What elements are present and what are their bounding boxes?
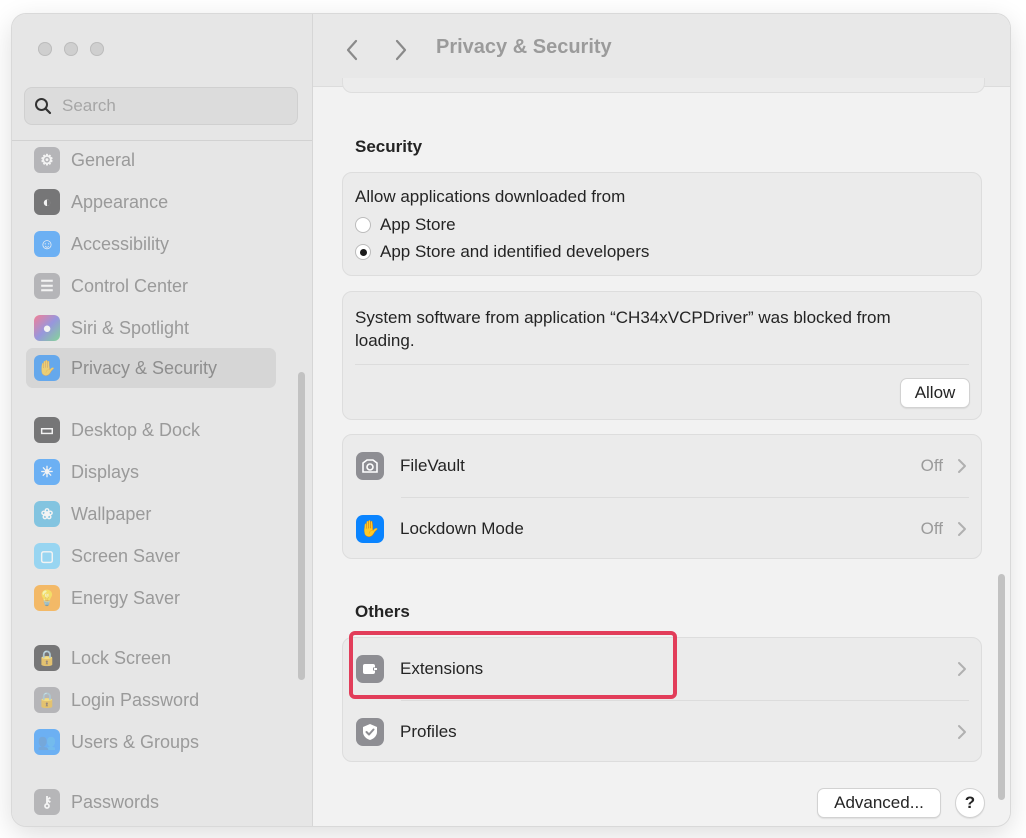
radio-label: App Store <box>380 215 456 234</box>
allow-apps-card: Allow applications downloaded from App S… <box>342 172 982 276</box>
blocked-message: System software from application “CH34xV… <box>355 308 891 350</box>
sidebar-item-login-password[interactable]: 🔒 Login Password <box>26 680 276 720</box>
chevron-right-icon <box>958 725 966 739</box>
help-button[interactable]: ? <box>955 788 985 818</box>
appearance-icon: ◐ <box>34 189 60 215</box>
sidebar-item-label: Login Password <box>71 689 200 710</box>
sidebar-item-label: Displays <box>71 461 140 482</box>
chevron-right-icon <box>395 39 407 61</box>
advanced-button[interactable]: Advanced... <box>817 788 941 818</box>
privacy-hand-icon: ✋ <box>34 355 60 381</box>
filevault-label: FileVault <box>400 456 465 475</box>
lockdown-hand-icon: ✋ <box>356 515 384 543</box>
page-title: Privacy & Security <box>436 36 612 58</box>
sidebar-item-siri-spotlight[interactable]: ● Siri & Spotlight <box>26 308 276 348</box>
search-icon <box>35 98 52 115</box>
radio-identified-developers[interactable]: App Store and identified developers <box>355 242 649 262</box>
sidebar-item-label: Privacy & Security <box>71 357 218 378</box>
settings-window: ⚙ General ◐ Appearance ☺ Accessibility ☰… <box>12 14 1010 826</box>
radio-label: App Store and identified developers <box>380 242 650 261</box>
sidebar-item-privacy-security[interactable]: ✋ Privacy & Security <box>26 348 276 388</box>
displays-icon: ☀ <box>34 459 60 485</box>
siri-icon: ● <box>34 315 60 341</box>
minimize-window-button[interactable] <box>64 42 78 56</box>
sidebar-item-label: Passwords <box>71 791 160 812</box>
close-window-button[interactable] <box>38 42 52 56</box>
chevron-left-icon <box>346 39 358 61</box>
filevault-status: Off <box>920 456 943 475</box>
sidebar-item-passwords[interactable]: ⚷ Passwords <box>26 782 276 822</box>
energy-saver-icon: 💡 <box>34 585 60 611</box>
sidebar-item-label: Lock Screen <box>71 647 172 668</box>
sidebar-item-accessibility[interactable]: ☺ Accessibility <box>26 224 276 264</box>
screen-saver-icon: ▢ <box>34 543 60 569</box>
sidebar-item-label: Users & Groups <box>71 731 200 752</box>
sidebar-item-label: Screen Saver <box>71 545 181 566</box>
radio-button[interactable] <box>355 217 371 233</box>
wallpaper-icon: ❀ <box>34 501 60 527</box>
radio-button-selected[interactable] <box>355 244 371 260</box>
sidebar-item-general[interactable]: ⚙ General <box>26 140 276 180</box>
accessibility-icon: ☺ <box>34 231 60 257</box>
security-section-title: Security <box>355 137 423 156</box>
zoom-window-button[interactable] <box>90 42 104 56</box>
sidebar-item-label: Appearance <box>71 191 169 212</box>
sidebar-item-label: Energy Saver <box>71 587 181 608</box>
control-center-icon: ☰ <box>34 273 60 299</box>
key-icon: ⚷ <box>34 789 60 815</box>
sidebar-item-label: Accessibility <box>71 233 170 254</box>
filevault-row[interactable]: FileVault Off <box>343 435 981 497</box>
filevault-icon <box>356 452 384 480</box>
previous-card-edge <box>342 78 985 93</box>
sidebar-item-label: Control Center <box>71 275 189 296</box>
sidebar-item-wallpaper[interactable]: ❀ Wallpaper <box>26 494 276 534</box>
back-button[interactable] <box>339 35 365 65</box>
toolbar: Privacy & Security <box>313 14 1010 87</box>
allow-apps-label: Allow applications downloaded from <box>355 187 626 206</box>
main-scrollbar[interactable] <box>998 574 1005 800</box>
sidebar-item-control-center[interactable]: ☰ Control Center <box>26 266 276 306</box>
allow-button[interactable]: Allow <box>900 378 970 408</box>
sidebar-item-label: Desktop & Dock <box>71 419 201 440</box>
sidebar-item-lock-screen[interactable]: 🔒 Lock Screen <box>26 638 276 678</box>
profiles-checkmark-icon <box>356 718 384 746</box>
profiles-row[interactable]: Profiles <box>343 701 981 763</box>
card-divider <box>355 364 969 365</box>
extensions-highlight-box <box>349 631 677 699</box>
sidebar-item-desktop-dock[interactable]: ▭ Desktop & Dock <box>26 410 276 450</box>
search-field[interactable] <box>24 87 298 125</box>
radio-app-store[interactable]: App Store <box>355 215 456 235</box>
sidebar-item-screen-saver[interactable]: ▢ Screen Saver <box>26 536 276 576</box>
sidebar-scrollbar[interactable] <box>298 372 305 680</box>
sidebar-item-label: General <box>71 149 136 170</box>
sidebar-item-energy-saver[interactable]: 💡 Energy Saver <box>26 578 276 618</box>
lockdown-status: Off <box>920 519 943 538</box>
sidebar-item-displays[interactable]: ☀ Displays <box>26 452 276 492</box>
users-groups-icon: 👥 <box>34 729 60 755</box>
blocked-software-card: System software from application “CH34xV… <box>342 291 982 420</box>
lock-icon: 🔒 <box>34 645 60 671</box>
others-section-title: Others <box>355 602 410 621</box>
sidebar-item-appearance[interactable]: ◐ Appearance <box>26 182 276 222</box>
sidebar-item-label: Siri & Spotlight <box>71 317 190 338</box>
sidebar-item-users-groups[interactable]: 👥 Users & Groups <box>26 722 276 762</box>
sidebar-item-label: Wallpaper <box>71 503 152 524</box>
desktop-dock-icon: ▭ <box>34 417 60 443</box>
main-pane: Privacy & Security Security Allow applic… <box>313 14 1010 826</box>
login-password-icon: 🔒 <box>34 687 60 713</box>
chevron-right-icon <box>958 662 966 676</box>
sidebar: ⚙ General ◐ Appearance ☺ Accessibility ☰… <box>12 14 313 826</box>
security-options-card: FileVault Off ✋ Lockdown Mode Off <box>342 434 982 559</box>
chevron-right-icon <box>958 522 966 536</box>
lockdown-mode-row[interactable]: ✋ Lockdown Mode Off <box>343 498 981 560</box>
lockdown-label: Lockdown Mode <box>400 519 524 538</box>
profiles-label: Profiles <box>400 722 457 741</box>
window-controls <box>38 42 104 56</box>
search-input[interactable] <box>60 95 284 117</box>
forward-button[interactable] <box>388 35 414 65</box>
gear-icon: ⚙ <box>34 147 60 173</box>
chevron-right-icon <box>958 459 966 473</box>
